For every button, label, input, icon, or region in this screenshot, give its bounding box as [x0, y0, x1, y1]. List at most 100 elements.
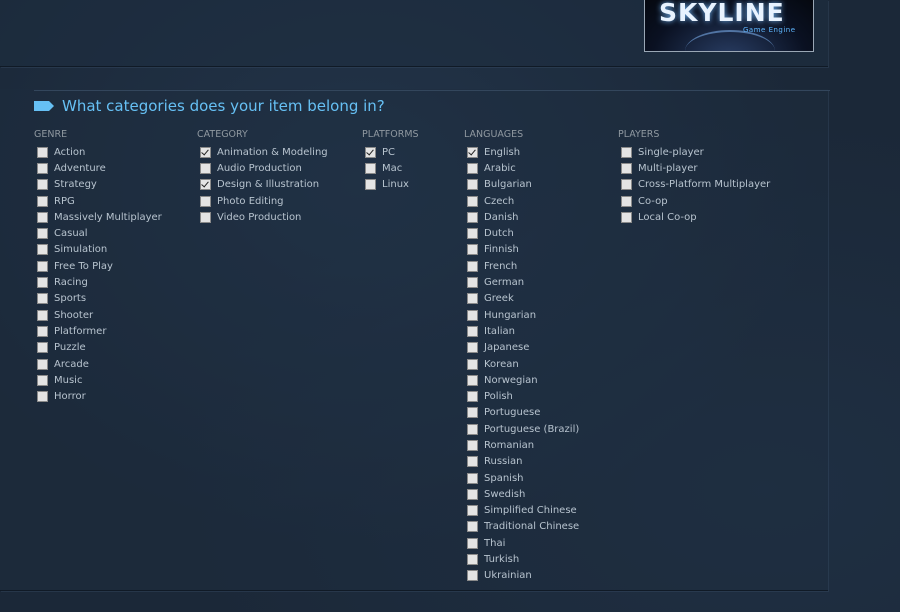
- languages-option[interactable]: Greek: [464, 291, 579, 307]
- languages-option[interactable]: Finnish: [464, 242, 579, 258]
- category-option[interactable]: Animation & Modeling: [197, 144, 328, 160]
- checkbox[interactable]: [621, 211, 632, 223]
- checkbox[interactable]: [37, 146, 48, 158]
- checkbox[interactable]: [467, 456, 478, 468]
- category-option[interactable]: Video Production: [197, 209, 328, 225]
- languages-option[interactable]: Russian: [464, 454, 579, 470]
- checkbox[interactable]: [467, 521, 478, 533]
- languages-option[interactable]: Thai: [464, 535, 579, 551]
- genre-option[interactable]: RPG: [34, 193, 162, 209]
- genre-option[interactable]: Free To Play: [34, 258, 162, 274]
- checkbox[interactable]: [200, 162, 211, 174]
- checkbox[interactable]: [467, 391, 478, 403]
- checkbox[interactable]: [37, 342, 48, 354]
- checkbox[interactable]: [467, 537, 478, 549]
- item-preview-image[interactable]: SKYLINE Game Engine: [644, 0, 814, 52]
- genre-option[interactable]: Puzzle: [34, 340, 162, 356]
- checkbox[interactable]: [37, 309, 48, 321]
- genre-option[interactable]: Casual: [34, 225, 162, 241]
- checkbox[interactable]: [467, 309, 478, 321]
- checkbox[interactable]: [467, 211, 478, 223]
- languages-option[interactable]: Arabic: [464, 160, 579, 176]
- languages-option[interactable]: Italian: [464, 323, 579, 339]
- checkbox[interactable]: [37, 277, 48, 289]
- languages-option[interactable]: Ukrainian: [464, 568, 579, 584]
- checkbox[interactable]: [621, 146, 632, 158]
- platforms-option[interactable]: PC: [362, 144, 419, 160]
- languages-option[interactable]: French: [464, 258, 579, 274]
- languages-option[interactable]: Korean: [464, 356, 579, 372]
- checkbox[interactable]: [467, 162, 478, 174]
- checkbox[interactable]: [37, 293, 48, 305]
- genre-option[interactable]: Adventure: [34, 160, 162, 176]
- languages-option[interactable]: Danish: [464, 209, 579, 225]
- checkbox[interactable]: [467, 488, 478, 500]
- players-option[interactable]: Cross-Platform Multiplayer: [618, 177, 770, 193]
- checkbox[interactable]: [467, 179, 478, 191]
- genre-option[interactable]: Simulation: [34, 242, 162, 258]
- checkbox[interactable]: [37, 374, 48, 386]
- checkbox[interactable]: [37, 179, 48, 191]
- checkbox[interactable]: [621, 162, 632, 174]
- checkbox[interactable]: [467, 505, 478, 517]
- checkbox-checked[interactable]: [200, 179, 211, 191]
- checkbox-checked[interactable]: [467, 146, 478, 158]
- checkbox[interactable]: [467, 342, 478, 354]
- checkbox[interactable]: [200, 211, 211, 223]
- checkbox[interactable]: [467, 423, 478, 435]
- languages-option[interactable]: Spanish: [464, 470, 579, 486]
- checkbox[interactable]: [37, 244, 48, 256]
- languages-option[interactable]: Portuguese: [464, 405, 579, 421]
- genre-option[interactable]: Sports: [34, 291, 162, 307]
- checkbox[interactable]: [37, 325, 48, 337]
- checkbox[interactable]: [467, 374, 478, 386]
- checkbox-checked[interactable]: [365, 146, 376, 158]
- checkbox[interactable]: [621, 195, 632, 207]
- genre-option[interactable]: Strategy: [34, 177, 162, 193]
- checkbox[interactable]: [467, 260, 478, 272]
- languages-option[interactable]: Norwegian: [464, 372, 579, 388]
- genre-option[interactable]: Platformer: [34, 323, 162, 339]
- genre-option[interactable]: Shooter: [34, 307, 162, 323]
- checkbox[interactable]: [467, 554, 478, 566]
- platforms-option[interactable]: Mac: [362, 160, 419, 176]
- genre-option[interactable]: Action: [34, 144, 162, 160]
- checkbox[interactable]: [37, 162, 48, 174]
- genre-option[interactable]: Horror: [34, 388, 162, 404]
- checkbox[interactable]: [37, 260, 48, 272]
- checkbox[interactable]: [467, 570, 478, 582]
- checkbox[interactable]: [37, 211, 48, 223]
- languages-option[interactable]: Bulgarian: [464, 177, 579, 193]
- languages-option[interactable]: Traditional Chinese: [464, 519, 579, 535]
- checkbox[interactable]: [621, 179, 632, 191]
- genre-option[interactable]: Racing: [34, 274, 162, 290]
- players-option[interactable]: Co-op: [618, 193, 770, 209]
- checkbox[interactable]: [37, 391, 48, 403]
- checkbox[interactable]: [467, 244, 478, 256]
- languages-option[interactable]: German: [464, 274, 579, 290]
- checkbox[interactable]: [37, 228, 48, 240]
- checkbox[interactable]: [37, 195, 48, 207]
- languages-option[interactable]: Simplified Chinese: [464, 503, 579, 519]
- checkbox[interactable]: [467, 472, 478, 484]
- languages-option[interactable]: Dutch: [464, 225, 579, 241]
- languages-option[interactable]: English: [464, 144, 579, 160]
- genre-option[interactable]: Arcade: [34, 356, 162, 372]
- checkbox[interactable]: [467, 195, 478, 207]
- languages-option[interactable]: Hungarian: [464, 307, 579, 323]
- languages-option[interactable]: Turkish: [464, 551, 579, 567]
- languages-option[interactable]: Romanian: [464, 437, 579, 453]
- languages-option[interactable]: Portuguese (Brazil): [464, 421, 579, 437]
- category-option[interactable]: Photo Editing: [197, 193, 328, 209]
- checkbox[interactable]: [467, 293, 478, 305]
- platforms-option[interactable]: Linux: [362, 177, 419, 193]
- checkbox[interactable]: [37, 358, 48, 370]
- category-option[interactable]: Design & Illustration: [197, 177, 328, 193]
- checkbox[interactable]: [200, 195, 211, 207]
- genre-option[interactable]: Massively Multiplayer: [34, 209, 162, 225]
- languages-option[interactable]: Polish: [464, 388, 579, 404]
- languages-option[interactable]: Czech: [464, 193, 579, 209]
- checkbox[interactable]: [467, 325, 478, 337]
- genre-option[interactable]: Music: [34, 372, 162, 388]
- checkbox[interactable]: [467, 277, 478, 289]
